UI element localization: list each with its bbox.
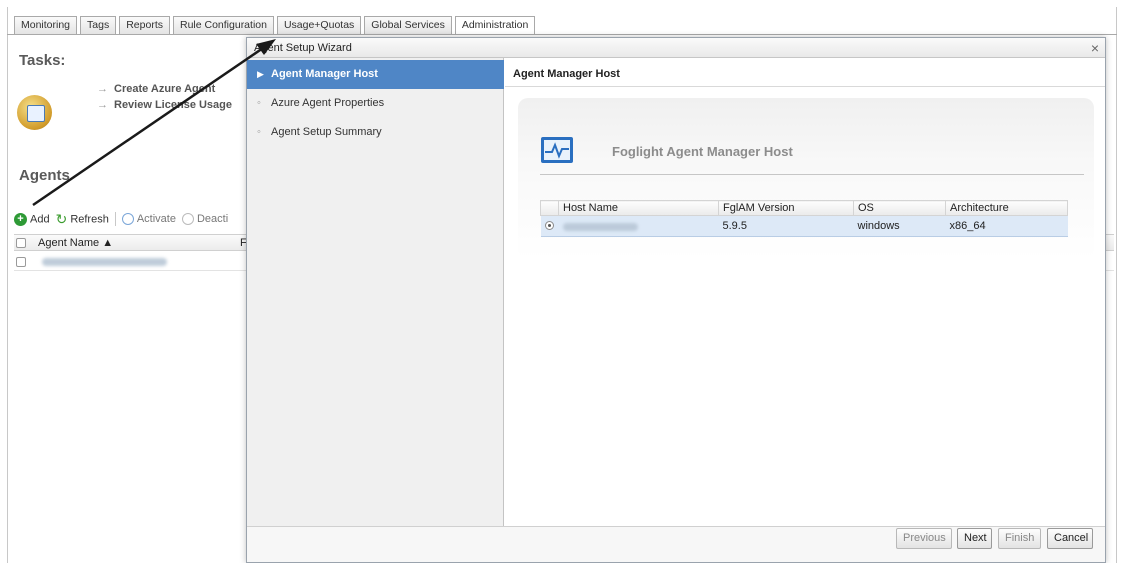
refresh-icon: ↻	[55, 210, 68, 227]
col-select	[540, 200, 559, 216]
host-table: Host Name FglAM Version OS Architecture …	[540, 200, 1068, 237]
step-azure-agent-properties[interactable]: ◦ Azure Agent Properties	[247, 89, 504, 118]
agents-toolbar: + Add ↻ Refresh Activate Deacti	[14, 211, 228, 227]
col-fglam-version[interactable]: FglAM Version	[718, 200, 854, 216]
main-tabs: Monitoring Tags Reports Rule Configurati…	[14, 16, 536, 35]
agents-heading: Agents	[19, 167, 70, 184]
tasks-icon	[17, 95, 52, 130]
tab-monitoring[interactable]: Monitoring	[14, 16, 78, 34]
next-button[interactable]: Next	[957, 528, 992, 549]
add-button[interactable]: + Add	[14, 212, 50, 226]
cancel-button[interactable]: Cancel	[1047, 528, 1093, 549]
row-radio-cell[interactable]	[540, 215, 559, 237]
chevron-right-icon: ▶	[257, 69, 264, 79]
wizard-steps: ▶ Agent Manager Host ◦ Azure Agent Propert…	[247, 58, 504, 528]
step-agent-manager-host[interactable]: ▶ Agent Manager Host	[247, 60, 504, 89]
col-architecture[interactable]: Architecture	[945, 200, 1068, 216]
select-all-checkbox[interactable]	[16, 238, 26, 248]
tasks-heading: Tasks:	[19, 52, 66, 69]
dialog-title: Agent Setup Wizard	[247, 38, 1105, 58]
tab-divider	[7, 34, 1117, 35]
add-icon: +	[14, 212, 27, 226]
step-agent-setup-summary[interactable]: ◦ Agent Setup Summary	[247, 118, 504, 147]
version-cell: 5.9.5	[718, 215, 854, 237]
tab-global-services[interactable]: Global Services	[364, 16, 452, 34]
tab-tags[interactable]: Tags	[80, 16, 117, 34]
finish-button[interactable]: Finish	[998, 528, 1041, 549]
architecture-cell: x86_64	[945, 215, 1068, 237]
bullet-icon: ◦	[257, 126, 261, 138]
table-row[interactable]: 5.9.5 windows x86_64	[540, 215, 1068, 237]
tab-usage-quotas[interactable]: Usage+Quotas	[276, 16, 362, 34]
tab-reports[interactable]: Reports	[119, 16, 170, 34]
host-name-redacted	[562, 223, 638, 231]
task-review-license-usage[interactable]: → Review License Usage	[97, 99, 232, 111]
activate-button[interactable]: Activate	[121, 213, 176, 226]
agent-setup-wizard: Agent Setup Wizard × ▶ Agent Manager Host…	[246, 37, 1106, 563]
previous-button[interactable]: Previous	[896, 528, 952, 549]
tab-administration[interactable]: Administration	[454, 16, 536, 35]
power-icon	[121, 213, 134, 226]
panel-title: Foglight Agent Manager Host	[612, 144, 793, 159]
panel-divider	[540, 174, 1084, 175]
row-radio[interactable]	[544, 221, 554, 230]
content-title: Agent Manager Host	[513, 68, 620, 80]
col-os[interactable]: OS	[853, 200, 946, 216]
close-icon[interactable]: ×	[1091, 38, 1099, 58]
task-create-azure-agent[interactable]: → Create Azure Agent	[97, 83, 215, 95]
row-checkbox[interactable]	[16, 257, 26, 267]
os-cell: windows	[853, 215, 946, 237]
deactivate-button[interactable]: Deacti	[181, 213, 228, 226]
host-monitor-icon	[541, 137, 573, 163]
col-host-name[interactable]: Host Name	[558, 200, 719, 216]
refresh-button[interactable]: ↻ Refresh	[55, 210, 109, 227]
content-divider	[505, 86, 1105, 87]
agent-name-redacted	[42, 258, 167, 266]
bullet-icon: ◦	[257, 97, 261, 109]
tab-rule-configuration[interactable]: Rule Configuration	[172, 16, 274, 34]
host-name-cell	[558, 215, 719, 237]
power-icon	[181, 213, 194, 226]
toolbar-separator	[114, 212, 116, 226]
col-agent-name[interactable]: Agent Name ▲	[38, 237, 113, 249]
